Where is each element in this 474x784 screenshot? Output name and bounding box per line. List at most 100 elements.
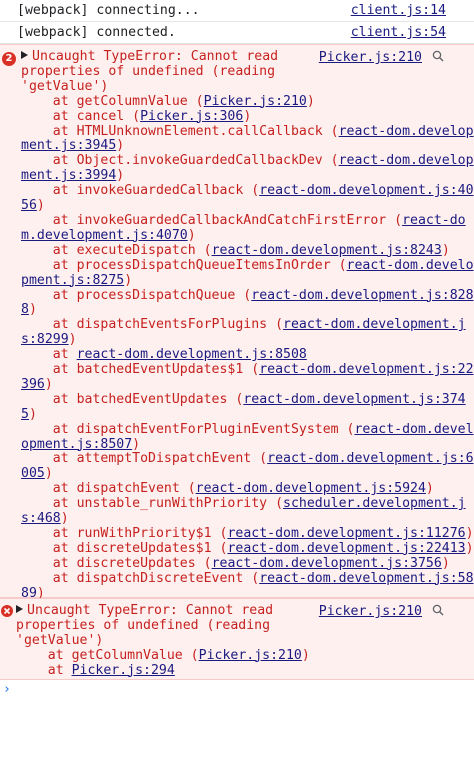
stack-source-link[interactable]: react-dom.devel	[354, 422, 473, 437]
stack-trace-line: at attemptToDispatchEvent (react-dom.dev…	[21, 451, 474, 467]
stack-source-link[interactable]: react-dom.development.j	[283, 317, 466, 332]
stack-trace-line: at HTMLUnknownElement.callCallback (reac…	[21, 123, 474, 140]
stack-text: )	[132, 436, 141, 452]
stack-text: properties of undefined (reading	[16, 617, 271, 633]
stack-trace-line: at getColumnValue (Picker.js:210)	[16, 648, 466, 664]
stack-text: at batchedEventUpdates$1 (	[21, 362, 260, 378]
stack-trace-line: at batchedEventUpdates$1 (react-dom.deve…	[21, 362, 474, 378]
stack-source-link[interactable]: react-dom.development.js:5924	[196, 481, 426, 496]
stack-text: )	[44, 466, 53, 482]
error-headline: Uncaught TypeError: Cannot read	[21, 49, 466, 65]
stack-trace-line: m.development.js:4070)	[21, 228, 466, 244]
stack-source-link[interactable]: react-dom.development.js:22413	[227, 541, 465, 556]
error-count-badge: 2	[2, 52, 16, 66]
stack-text: at	[21, 347, 77, 363]
stack-trace-line: at discreteUpdates (react-dom.developmen…	[21, 556, 466, 572]
stack-source-link[interactable]: 5	[21, 407, 29, 422]
stack-trace-line: at dispatchEventForPluginEventSystem (re…	[21, 421, 474, 438]
expand-triangle-icon[interactable]	[21, 51, 28, 59]
stack-source-link[interactable]: react-dom.development.js:40	[259, 183, 473, 198]
stack-text: )	[441, 242, 450, 258]
stack-trace-line: at batchedEventUpdates (react-dom.develo…	[21, 392, 466, 408]
stack-source-link[interactable]: react-dom.development.js:8508	[77, 347, 307, 362]
stack-source-link[interactable]: react-dom.development.js:6	[267, 451, 473, 467]
stack-source-link[interactable]: react-dom.development.js:58	[259, 571, 473, 586]
stack-source-link[interactable]: pment.js:8275	[21, 273, 124, 288]
stack-source-link[interactable]: react-dom.development.js:8243	[212, 243, 442, 258]
stack-source-link[interactable]: scheduler.development.j	[283, 496, 466, 511]
stack-text: )	[465, 526, 474, 541]
stack-text: at unstable_runWithPriority (	[21, 496, 284, 512]
console-log-row: [webpack] connecting... client.js:14	[0, 0, 474, 22]
log-source-link[interactable]: client.js:54	[351, 25, 446, 40]
stack-text: )	[60, 511, 69, 527]
stack-trace-line: pment.js:8275)	[21, 273, 466, 289]
stack-text: at attemptToDispatchEvent (	[21, 451, 268, 467]
stack-text: at invokeGuardedCallback (	[21, 183, 260, 199]
stack-trace-line: properties of undefined (reading	[21, 63, 466, 80]
expand-triangle-icon[interactable]	[16, 605, 23, 613]
stack-source-link[interactable]: ment.js:3994	[21, 168, 116, 183]
stack-source-link[interactable]: 396	[21, 377, 45, 392]
error-stack-trace: Uncaught TypeError: Cannot read propertie…	[21, 49, 474, 602]
stack-text: properties of undefined (reading	[21, 63, 276, 79]
stack-source-link[interactable]: ment.js:3945	[21, 138, 116, 153]
stack-source-link[interactable]: react-dom.develop	[339, 124, 474, 139]
error-message-group: 2 Picker.js:210 Uncaught TypeError: Cann…	[0, 44, 474, 601]
stack-trace-line: 'getValue')	[21, 79, 466, 95]
stack-source-link[interactable]: react-dom.development.js:11276	[227, 526, 465, 541]
stack-source-link[interactable]: react-dom.development.js:3756	[212, 556, 442, 571]
stack-trace-line: at processDispatchQueueItemsInOrder (rea…	[21, 257, 474, 274]
stack-text: at HTMLUnknownElement.callCallback (	[21, 123, 339, 139]
stack-text: at runWithPriority$1 (	[21, 526, 228, 541]
stack-text: )	[243, 108, 252, 124]
stack-trace-line: at cancel (Picker.js:306)	[21, 108, 466, 125]
stack-text: at dispatchEventForPluginEventSystem (	[21, 421, 355, 437]
stack-trace-line: at discreteUpdates$1 (react-dom.developm…	[21, 540, 474, 557]
stack-trace-line: at dispatchEventsForPlugins (react-dom.d…	[21, 317, 466, 333]
stack-source-link[interactable]: react-dom.development.js:22	[259, 362, 473, 377]
console-prompt[interactable]: ›	[0, 680, 474, 720]
log-source-link[interactable]: client.js:14	[351, 3, 446, 18]
stack-trace-line: s:8299)	[21, 332, 466, 348]
stack-source-link[interactable]: opment.js:8507	[21, 437, 132, 452]
stack-text: )	[44, 376, 53, 392]
stack-source-link[interactable]: react-dom.develop	[339, 153, 474, 168]
stack-text: at executeDispatch (	[21, 242, 212, 258]
stack-text: at invokeGuardedCallbackAndCatchFirstErr…	[21, 212, 403, 228]
stack-text: )	[465, 540, 474, 556]
stack-source-link[interactable]: react-dom.develo	[347, 258, 474, 273]
stack-source-link[interactable]: react-dom.development.js:374	[243, 392, 465, 407]
stack-text: at dispatchEventsForPlugins (	[21, 317, 284, 333]
stack-trace-line: properties of undefined (reading	[16, 617, 466, 634]
error-icon	[1, 605, 13, 617]
stack-source-link[interactable]: Picker.js:210	[204, 94, 307, 109]
log-message: [webpack] connecting...	[17, 3, 200, 18]
stack-source-link[interactable]: 8	[21, 302, 29, 317]
stack-source-link[interactable]: Picker.js:306	[140, 109, 243, 124]
stack-text: at processDispatchQueueItemsInOrder (	[21, 257, 347, 273]
stack-source-link[interactable]: react-dom.development.js:828	[251, 288, 473, 303]
stack-source-link[interactable]: 56	[21, 198, 37, 213]
stack-trace-line: ment.js:3994)	[21, 168, 466, 184]
stack-text: )	[68, 332, 77, 348]
stack-trace-line: at runWithPriority$1 (react-dom.developm…	[21, 526, 474, 542]
stack-source-link[interactable]: m.development.js:4070	[21, 228, 188, 243]
error-stack-trace: Uncaught TypeError: Cannot read propertie…	[16, 603, 466, 679]
stack-text: at discreteUpdates$1 (	[21, 540, 228, 556]
stack-text: at dispatchDiscreteEvent (	[21, 570, 260, 586]
stack-trace-line: opment.js:8507)	[21, 436, 466, 453]
stack-trace-line: 5)	[21, 407, 466, 423]
stack-text: 'getValue')	[16, 632, 104, 648]
stack-source-link[interactable]: Picker.js:294	[72, 663, 175, 678]
stack-source-link[interactable]: react-do	[402, 213, 466, 228]
stack-trace-line: at invokeGuardedCallback (react-dom.deve…	[21, 183, 474, 199]
stack-source-link[interactable]: Picker.js:210	[199, 648, 302, 663]
stack-text: at	[16, 662, 72, 678]
stack-text: at getColumnValue (	[21, 93, 204, 109]
stack-source-link[interactable]: s:468	[21, 511, 61, 526]
stack-text: at Object.invokeGuardedCallbackDev (	[21, 153, 339, 169]
stack-source-link[interactable]: s:8299	[21, 332, 69, 347]
stack-text: at dispatchEvent (	[21, 481, 196, 497]
stack-source-link[interactable]: 005	[21, 466, 45, 481]
